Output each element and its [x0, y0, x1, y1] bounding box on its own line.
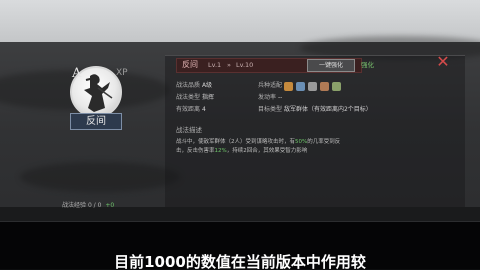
stat-value: --: [277, 94, 283, 101]
video-subtitle: 目前1000的数值在当前版本中作用较: [114, 254, 366, 270]
stat-type: 战法类型 指挥: [176, 94, 214, 102]
stat-target: 目标类型 敌军群体（有效距离内2个目标）: [258, 106, 372, 114]
upgrade-all-button[interactable]: 一键强化: [307, 59, 355, 72]
stat-rate: 发动率 --: [258, 94, 282, 102]
stat-label: 发动率: [258, 94, 277, 101]
close-icon[interactable]: ✕: [435, 54, 451, 70]
level-arrow: »: [227, 61, 231, 69]
stat-value: 敌军群体（有效距离内2个目标）: [283, 106, 372, 113]
exp-gain: +0: [105, 202, 115, 209]
desc-text: ，持续2回合，其效果受智力影响: [226, 147, 308, 154]
skill-description: 战斗中，使敌军群体（2人）受到谋略攻击时，有50%的几率受到反 击，反击伤害率1…: [176, 138, 448, 155]
spear-icon: [320, 82, 329, 91]
section-title: 战法描述: [176, 126, 202, 134]
exp-value: 0 / 0: [87, 202, 102, 209]
upgrade-link[interactable]: 强化: [361, 59, 374, 71]
siege-icon: [332, 82, 341, 91]
desc-text: 的几率受到反: [307, 139, 341, 145]
desc-highlight: 50%: [295, 139, 308, 145]
stat-label: 兵种适配: [258, 82, 283, 89]
rank-suffix: XP: [116, 68, 128, 78]
detail-area: [165, 55, 465, 214]
desc-text: 击，反击伤害率: [176, 147, 215, 154]
stat-range: 有效距离 4: [176, 106, 206, 114]
stat-label: 战法类型: [176, 94, 201, 101]
stat-value: 4: [201, 106, 206, 113]
skill-name: 反间: [182, 60, 198, 69]
panel-divider: [0, 207, 480, 221]
rank-letter: A: [72, 66, 82, 81]
stat-label: 有效距离: [176, 106, 201, 113]
stat-value: 指挥: [201, 94, 214, 101]
max-level: Lv.10: [236, 61, 254, 69]
stat-value: A级: [201, 82, 213, 89]
skill-exp: 战法经验 0 / 0 +0: [62, 200, 114, 209]
bow-icon: [308, 82, 317, 91]
brush-stroke: [20, 162, 180, 192]
stat-troop: 兵种适配: [258, 82, 282, 90]
exp-label: 战法经验: [62, 202, 87, 209]
desc-highlight: 12%: [214, 147, 227, 154]
stat-label: 目标类型: [258, 106, 283, 113]
stat-label: 战法品质: [176, 82, 201, 89]
cavalry-icon: [284, 82, 293, 91]
stat-quality: 战法品质 A级: [176, 82, 212, 90]
desc-text: 战斗中，使敌军群体（2人）受到谋略攻击时，有: [176, 139, 296, 145]
shield-icon: [296, 82, 305, 91]
current-level: Lv.1: [208, 61, 222, 69]
hero-name-banner: 反间: [70, 113, 122, 130]
